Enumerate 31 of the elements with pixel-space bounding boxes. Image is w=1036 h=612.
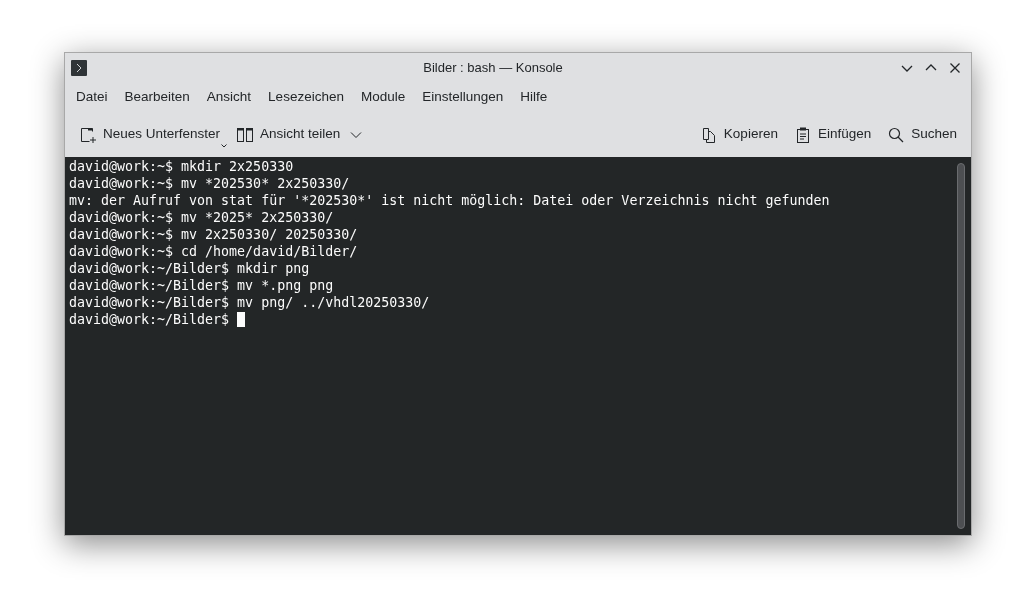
terminal-line: david@work:~$ cd /home/david/Bilder/ xyxy=(69,243,358,260)
search-icon xyxy=(887,125,906,144)
menu-item[interactable]: Lesezeichen xyxy=(260,83,352,111)
search-button[interactable]: Suchen xyxy=(881,119,963,150)
copy-button[interactable]: Kopieren xyxy=(693,119,784,150)
new-tab-button[interactable]: Neues Unterfenster xyxy=(73,119,227,150)
menu-item[interactable]: Bearbeiten xyxy=(116,83,198,111)
menu-item[interactable]: Einstellungen xyxy=(414,83,512,111)
split-view-icon xyxy=(236,125,255,144)
menu-item[interactable]: Datei xyxy=(68,83,116,111)
caret-icon xyxy=(221,143,228,148)
menu-item[interactable]: Hilfe xyxy=(512,83,556,111)
terminal-line: david@work:~$ mkdir 2x250330 xyxy=(69,158,294,175)
menu-item[interactable]: Ansicht xyxy=(198,83,260,111)
new-tab-icon xyxy=(79,125,97,144)
paste-button[interactable]: Einfügen xyxy=(787,119,878,150)
terminal-line: david@work:~/Bilder$ mv *.png png xyxy=(69,277,334,294)
scrollbar[interactable] xyxy=(957,163,965,529)
split-view-button[interactable]: Ansicht teilen xyxy=(230,119,369,150)
terminal-line: david@work:~/Bilder$ mkdir png xyxy=(69,260,310,277)
terminal-line: david@work:~$ mv 2x250330/ 20250330/ xyxy=(69,226,358,243)
terminal-line: david@work:~$ mv *202530* 2x250330/ xyxy=(69,175,350,192)
menu-item[interactable]: Module xyxy=(352,83,414,111)
shell-prompt: david@work:~/Bilder$ xyxy=(69,311,230,328)
window-title: Bilder : bash — Konsole xyxy=(423,59,563,75)
terminal-app-icon xyxy=(71,59,87,76)
terminal-line: david@work:~$ mv *2025* 2x250330/ xyxy=(69,209,334,226)
terminal-area[interactable] xyxy=(65,157,971,535)
terminal-line: david@work:~/Bilder$ mv png/ ../vhdl20250330/ xyxy=(69,294,430,311)
chevron-down-icon xyxy=(350,130,363,139)
terminal-line: mv: der Aufruf von stat für '*202530*' ist nicht möglich: Datei oder Verzeichnis nicht gefunden xyxy=(69,192,830,209)
